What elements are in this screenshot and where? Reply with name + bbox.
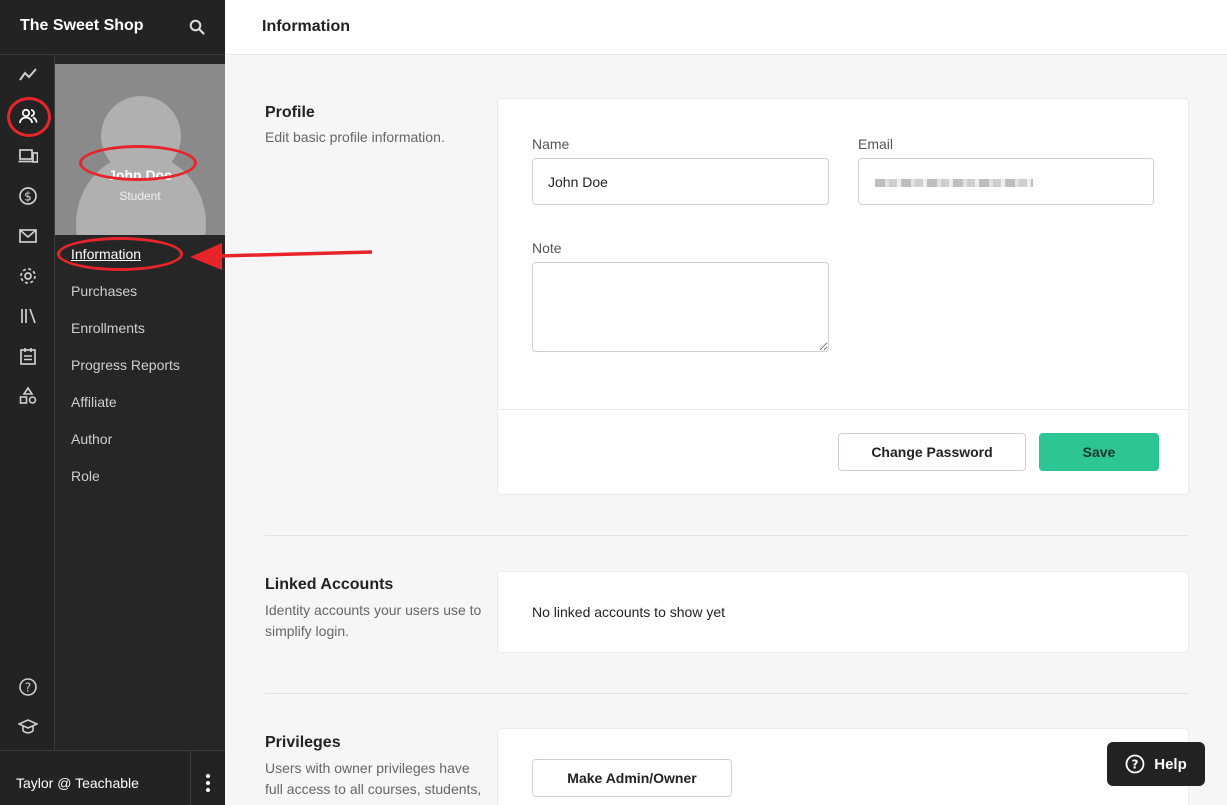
annotation-arrow (190, 243, 373, 270)
